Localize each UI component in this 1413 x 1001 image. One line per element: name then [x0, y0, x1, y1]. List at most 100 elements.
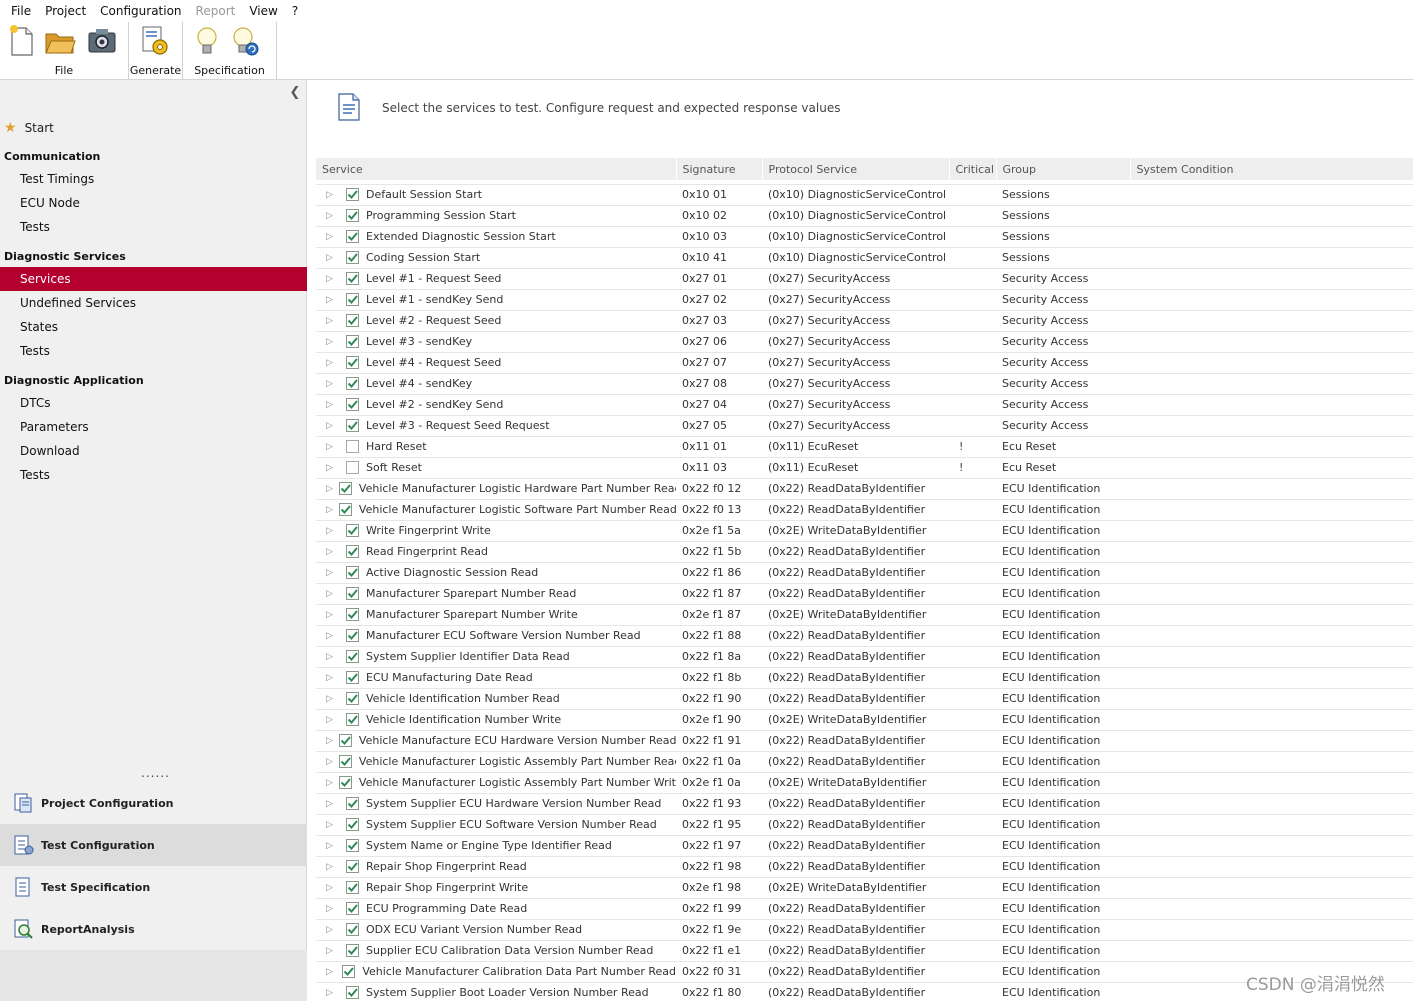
expand-arrow-icon[interactable]: ▷ — [326, 505, 333, 515]
row-checkbox[interactable] — [346, 944, 359, 957]
row-checkbox[interactable] — [338, 734, 352, 747]
nav-test-configuration[interactable]: Test Configuration — [0, 824, 307, 866]
sidebar-item-services-tests[interactable]: Tests — [0, 339, 307, 363]
expand-arrow-icon[interactable]: ▷ — [326, 904, 340, 914]
expand-arrow-icon[interactable]: ▷ — [326, 988, 340, 998]
column-header-protocol-service[interactable]: Protocol Service — [762, 158, 950, 180]
table-row[interactable]: ▷ Hard Reset 0x11 01 (0x11) EcuReset! Ecu Re… — [316, 436, 1413, 458]
row-checkbox[interactable] — [338, 503, 352, 516]
table-row[interactable]: ▷ System Name or Engine Type Identifier R… — [316, 835, 1413, 857]
sidebar-item-services[interactable]: Services — [0, 267, 307, 291]
expand-arrow-icon[interactable]: ▷ — [326, 862, 340, 872]
lightbulb-refresh-icon[interactable] — [229, 24, 261, 58]
row-checkbox[interactable] — [338, 776, 352, 789]
sidebar-item-ecu-node[interactable]: ECU Node — [0, 191, 307, 215]
expand-arrow-icon[interactable]: ▷ — [326, 526, 340, 536]
table-row[interactable]: ▷ Vehicle Identification Number Read 0x22 … — [316, 688, 1413, 710]
row-checkbox[interactable] — [346, 230, 359, 243]
row-checkbox[interactable] — [346, 377, 359, 390]
expand-arrow-icon[interactable]: ▷ — [326, 442, 340, 452]
menu-item-report[interactable]: Report — [189, 4, 243, 18]
expand-arrow-icon[interactable]: ▷ — [326, 253, 340, 263]
expand-arrow-icon[interactable]: ▷ — [326, 463, 340, 473]
expand-arrow-icon[interactable]: ▷ — [326, 316, 340, 326]
table-row[interactable]: ▷ Manufacturer Sparepart Number Read 0x22 … — [316, 583, 1413, 605]
row-checkbox[interactable] — [346, 713, 359, 726]
nav-project-configuration[interactable]: Project Configuration — [0, 782, 307, 824]
row-checkbox[interactable] — [346, 797, 359, 810]
row-checkbox[interactable] — [346, 356, 359, 369]
expand-arrow-icon[interactable]: ▷ — [326, 652, 340, 662]
column-header-service[interactable]: Service — [316, 158, 677, 180]
table-row[interactable]: ▷ Level #3 - sendKey 0x27 06 (0x27) Securit… — [316, 331, 1413, 353]
row-checkbox[interactable] — [346, 629, 359, 642]
column-header-group[interactable]: Group — [996, 158, 1131, 180]
menu-item-view[interactable]: View — [242, 4, 284, 18]
row-checkbox[interactable] — [346, 923, 359, 936]
table-row[interactable]: ▷ Supplier ECU Calibration Data Version N… — [316, 940, 1413, 962]
row-checkbox[interactable] — [338, 482, 352, 495]
table-row[interactable]: ▷ Programming Session Start 0x10 02 (0x10) … — [316, 205, 1413, 227]
expand-arrow-icon[interactable]: ▷ — [326, 883, 340, 893]
sidebar-item-test-timings[interactable]: Test Timings — [0, 167, 307, 191]
expand-arrow-icon[interactable]: ▷ — [326, 358, 340, 368]
row-checkbox[interactable] — [346, 272, 359, 285]
sidebar-item-states[interactable]: States — [0, 315, 307, 339]
row-checkbox[interactable] — [346, 692, 359, 705]
expand-arrow-icon[interactable]: ▷ — [326, 757, 333, 767]
row-checkbox[interactable] — [338, 755, 352, 768]
table-row[interactable]: ▷ Vehicle Manufacturer Logistic Assembly … — [316, 751, 1413, 773]
table-row[interactable]: ▷ Level #2 - sendKey Send 0x27 04 (0x27) Se… — [316, 394, 1413, 416]
table-row[interactable]: ▷ System Supplier ECU Hardware Version Nu… — [316, 793, 1413, 815]
lightbulb-icon[interactable] — [191, 24, 223, 58]
row-checkbox[interactable] — [346, 314, 359, 327]
expand-arrow-icon[interactable]: ▷ — [326, 820, 340, 830]
expand-arrow-icon[interactable]: ▷ — [326, 568, 340, 578]
table-row[interactable]: ▷ Repair Shop Fingerprint Read 0x22 f1 98(… — [316, 856, 1413, 878]
sidebar-item-start[interactable]: ★ Start — [4, 119, 54, 137]
table-row[interactable]: ▷ Level #2 - Request Seed 0x27 03 (0x27) Se… — [316, 310, 1413, 332]
table-row[interactable]: ▷ Default Session Start 0x10 01 (0x10) Diag… — [316, 184, 1413, 206]
row-checkbox[interactable] — [346, 461, 359, 474]
row-checkbox[interactable] — [346, 608, 359, 621]
row-checkbox[interactable] — [346, 587, 359, 600]
expand-arrow-icon[interactable]: ▷ — [326, 736, 333, 746]
row-checkbox[interactable] — [346, 188, 359, 201]
camera-icon[interactable] — [86, 24, 118, 58]
open-folder-icon[interactable] — [44, 24, 76, 58]
generate-gear-icon[interactable] — [139, 24, 171, 58]
expand-arrow-icon[interactable]: ▷ — [326, 547, 340, 557]
table-row[interactable]: ▷ Vehicle Manufacturer Logistic Software … — [316, 499, 1413, 521]
table-row[interactable]: ▷ ECU Programming Date Read 0x22 f1 99 (0x2… — [316, 898, 1413, 920]
table-row[interactable]: ▷ System Supplier Identifier Data Read 0x2… — [316, 646, 1413, 668]
row-checkbox[interactable] — [346, 671, 359, 684]
table-row[interactable]: ▷ Level #4 - sendKey 0x27 08 (0x27) Securit… — [316, 373, 1413, 395]
row-checkbox[interactable] — [346, 398, 359, 411]
table-row[interactable]: ▷ Write Fingerprint Write 0x2e f1 5a (0x2E)… — [316, 520, 1413, 542]
row-checkbox[interactable] — [346, 986, 359, 999]
menu-item-file[interactable]: File — [4, 4, 38, 18]
table-row[interactable]: ▷ Level #1 - Request Seed 0x27 01 (0x27) Se… — [316, 268, 1413, 290]
sidebar-item-undefined-services[interactable]: Undefined Services — [0, 291, 307, 315]
table-row[interactable]: ▷ ODX ECU Variant Version Number Read 0x22… — [316, 919, 1413, 941]
row-checkbox[interactable] — [346, 818, 359, 831]
sidebar-item-parameters[interactable]: Parameters — [0, 415, 307, 439]
expand-arrow-icon[interactable]: ▷ — [326, 421, 340, 431]
table-row[interactable]: ▷ Manufacturer Sparepart Number Write 0x2e… — [316, 604, 1413, 626]
expand-arrow-icon[interactable]: ▷ — [326, 379, 340, 389]
row-checkbox[interactable] — [346, 251, 359, 264]
expand-arrow-icon[interactable]: ▷ — [326, 400, 340, 410]
column-header-critical[interactable]: Critical — [949, 158, 997, 180]
row-checkbox[interactable] — [346, 419, 359, 432]
menu-item-configuration[interactable]: Configuration — [93, 4, 188, 18]
expand-arrow-icon[interactable]: ▷ — [326, 631, 340, 641]
row-checkbox[interactable] — [346, 440, 359, 453]
menu-item-project[interactable]: Project — [38, 4, 93, 18]
expand-arrow-icon[interactable]: ▷ — [326, 232, 340, 242]
row-checkbox[interactable] — [346, 545, 359, 558]
column-header-system-condition[interactable]: System Condition — [1130, 158, 1413, 180]
table-row[interactable]: ▷ System Supplier ECU Software Version Nu… — [316, 814, 1413, 836]
new-file-icon[interactable] — [6, 24, 38, 58]
expand-arrow-icon[interactable]: ▷ — [326, 274, 340, 284]
row-checkbox[interactable] — [346, 839, 359, 852]
